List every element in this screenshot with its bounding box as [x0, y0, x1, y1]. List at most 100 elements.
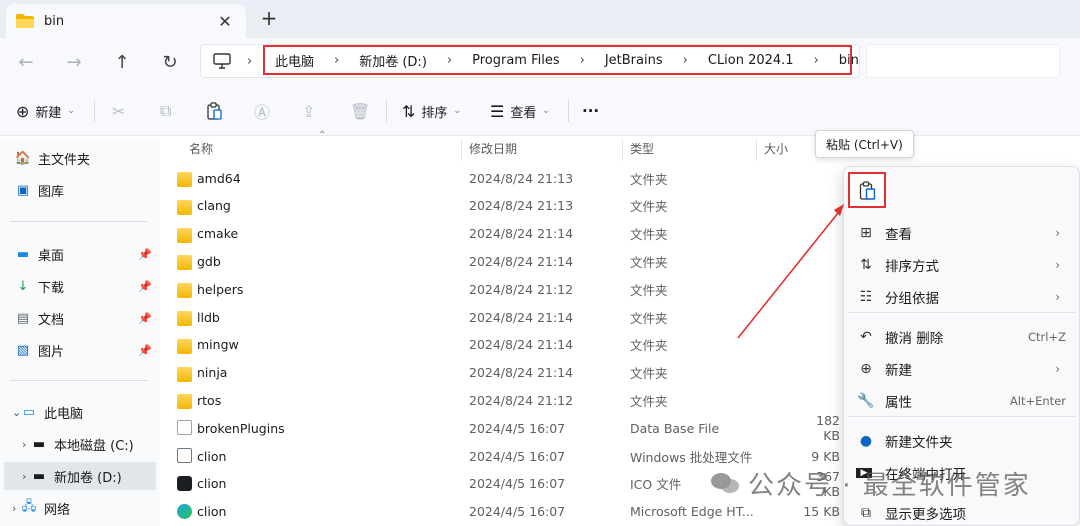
menu-item-label: 新建: [885, 363, 912, 379]
menu-item-label: 属性: [885, 395, 912, 411]
folder-icon: [177, 199, 192, 215]
gallery-icon: ▣: [16, 182, 30, 198]
sidebar-divider: [10, 221, 148, 222]
menu-item-shortcut: Ctrl+Z: [1028, 330, 1066, 344]
breadcrumb-drive-d[interactable]: 新加卷 (D:): [359, 51, 427, 70]
menu-item[interactable]: ↶ 撤消 删除 Ctrl+Z: [856, 322, 1066, 352]
column-header-size[interactable]: 大小: [764, 140, 788, 160]
sidebar-item-desktop[interactable]: ▬ 桌面 📌: [14, 240, 156, 268]
sidebar-item-drive-d[interactable]: › ▬ 新加卷 (D:): [4, 462, 156, 490]
file-type: 文件夹: [630, 310, 668, 326]
wechat-logo-icon: [711, 473, 739, 493]
plus-circle-icon: ⊕: [860, 361, 872, 377]
breadcrumb-clion[interactable]: CLion 2024.1: [708, 53, 794, 68]
file-type: 文件夹: [630, 282, 668, 298]
sidebar-item-downloads[interactable]: ↓ 下载 📌: [14, 272, 156, 300]
search-box[interactable]: [866, 44, 1060, 78]
tab-bin[interactable]: bin ✕: [6, 4, 246, 38]
close-tab-icon[interactable]: ✕: [214, 12, 236, 31]
sidebar-item-drive-c[interactable]: › ▬ 本地磁盘 (C:): [22, 430, 172, 458]
rename-icon[interactable]: Ⓐ: [254, 97, 276, 125]
picture-icon: ▧: [16, 342, 30, 358]
home-icon: 🏠: [14, 150, 32, 166]
chevron-right-icon[interactable]: ›: [22, 438, 26, 451]
copy-icon[interactable]: ⧉: [160, 97, 177, 125]
breadcrumb-separator-icon: ›: [446, 52, 453, 68]
sidebar-item-network[interactable]: › 🖧 网络: [12, 494, 162, 522]
file-type: ICO 文件: [630, 477, 682, 493]
folder-icon: [16, 14, 34, 28]
breadcrumb-separator-icon: ›: [334, 52, 340, 68]
toolbar-divider: [94, 100, 95, 122]
refresh-icon[interactable]: ↻: [156, 48, 184, 76]
breadcrumb[interactable]: 此电脑 › 新加卷 (D:) › Program Files › JetBrai…: [263, 45, 878, 75]
file-type: Microsoft Edge HT...: [630, 504, 754, 520]
new-button-label: 新建: [35, 105, 62, 121]
file-row[interactable]: ninja 2024/8/24 21:14 文件夹: [170, 359, 850, 387]
file-date: 2024/8/24 21:12: [469, 392, 574, 408]
file-date: 2024/8/24 21:13: [469, 198, 574, 214]
delete-icon[interactable]: 🗑: [350, 97, 376, 125]
file-type: Data Base File: [630, 420, 720, 436]
menu-item[interactable]: 🔧 属性 Alt+Enter: [856, 386, 1066, 416]
column-divider[interactable]: [756, 139, 757, 161]
back-arrow-icon[interactable]: ←: [12, 48, 40, 76]
sidebar-item-pictures[interactable]: ▧ 图片 📌: [14, 336, 156, 364]
view-button[interactable]: ☰ 查看 ⌄: [490, 97, 550, 125]
menu-item-label: 分组依据: [885, 291, 939, 307]
edge-browser-icon: [177, 503, 192, 519]
menu-item[interactable]: ⇅ 排序方式 ›: [856, 250, 1066, 280]
column-divider[interactable]: [461, 139, 462, 161]
sidebar-item-documents[interactable]: ▤ 文档 📌: [14, 304, 156, 332]
folder-icon: [177, 172, 192, 187]
menu-divider: [848, 312, 1076, 313]
folder-icon: [177, 394, 192, 410]
menu-item[interactable]: ⊞ 查看 ›: [856, 218, 1066, 248]
cut-icon[interactable]: ✂: [112, 97, 131, 125]
menu-item[interactable]: ● 新建文件夹: [856, 426, 1066, 456]
more-options-button[interactable]: ···: [582, 97, 599, 125]
chevron-right-icon[interactable]: ›: [22, 470, 26, 483]
paste-icon[interactable]: [206, 97, 223, 125]
column-header-date[interactable]: 修改日期: [469, 140, 517, 160]
computer-icon: ▭: [22, 404, 36, 420]
breadcrumb-program-files[interactable]: Program Files: [472, 53, 560, 68]
menu-item[interactable]: ⊕ 新建 ›: [856, 354, 1066, 384]
file-date: 2024/8/24 21:14: [469, 253, 574, 269]
file-row[interactable]: amd64 2024/8/24 21:13 文件夹: [170, 164, 850, 192]
document-icon: ▤: [16, 310, 30, 326]
new-tab-button[interactable]: +: [258, 6, 280, 30]
breadcrumb-bin[interactable]: bin: [839, 53, 859, 68]
sort-button[interactable]: ⇅ 排序 ⌄: [402, 97, 461, 125]
chevron-right-icon[interactable]: ›: [12, 502, 16, 515]
file-name: clion: [197, 476, 227, 492]
sidebar-item-home[interactable]: 🏠 主文件夹: [14, 144, 156, 172]
file-row[interactable]: rtos 2024/8/24 21:12 文件夹: [170, 386, 850, 414]
menu-item[interactable]: ☷ 分组依据 ›: [856, 282, 1066, 312]
column-divider[interactable]: [622, 139, 623, 161]
chevron-down-icon: ⌄: [542, 106, 550, 116]
pin-icon[interactable]: 📌: [138, 312, 152, 325]
sidebar-item-label: 主文件夹: [38, 152, 91, 168]
column-header-name[interactable]: 名称: [189, 140, 213, 160]
chevron-down-icon[interactable]: ⌄: [12, 406, 21, 419]
folder-icon: [177, 255, 192, 271]
sort-icon: ⇅: [402, 101, 416, 121]
pin-icon[interactable]: 📌: [138, 248, 152, 261]
sidebar-item-gallery[interactable]: ▣ 图库: [14, 176, 156, 204]
computer-icon: [213, 53, 231, 69]
sidebar-item-label: 文档: [38, 312, 65, 328]
breadcrumb-jetbrains[interactable]: JetBrains: [605, 53, 663, 68]
pin-icon[interactable]: 📌: [138, 280, 152, 293]
share-icon[interactable]: ⇪: [302, 97, 321, 125]
breadcrumb-this-pc[interactable]: 此电脑: [275, 51, 314, 70]
new-button[interactable]: ⊕ 新建 ⌄: [16, 97, 75, 125]
sidebar-item-this-pc[interactable]: ⌄ ▭ 此电脑: [12, 398, 162, 426]
forward-arrow-icon[interactable]: →: [60, 48, 88, 76]
up-arrow-icon[interactable]: ↑: [108, 48, 136, 76]
breadcrumb-separator-icon: ›: [579, 52, 585, 68]
file-row[interactable]: brokenPlugins 2024/4/5 16:07 Data Base Fil…: [170, 413, 850, 443]
toolbar-divider: [386, 100, 387, 122]
pin-icon[interactable]: 📌: [138, 344, 152, 357]
column-header-type[interactable]: 类型: [630, 140, 654, 160]
